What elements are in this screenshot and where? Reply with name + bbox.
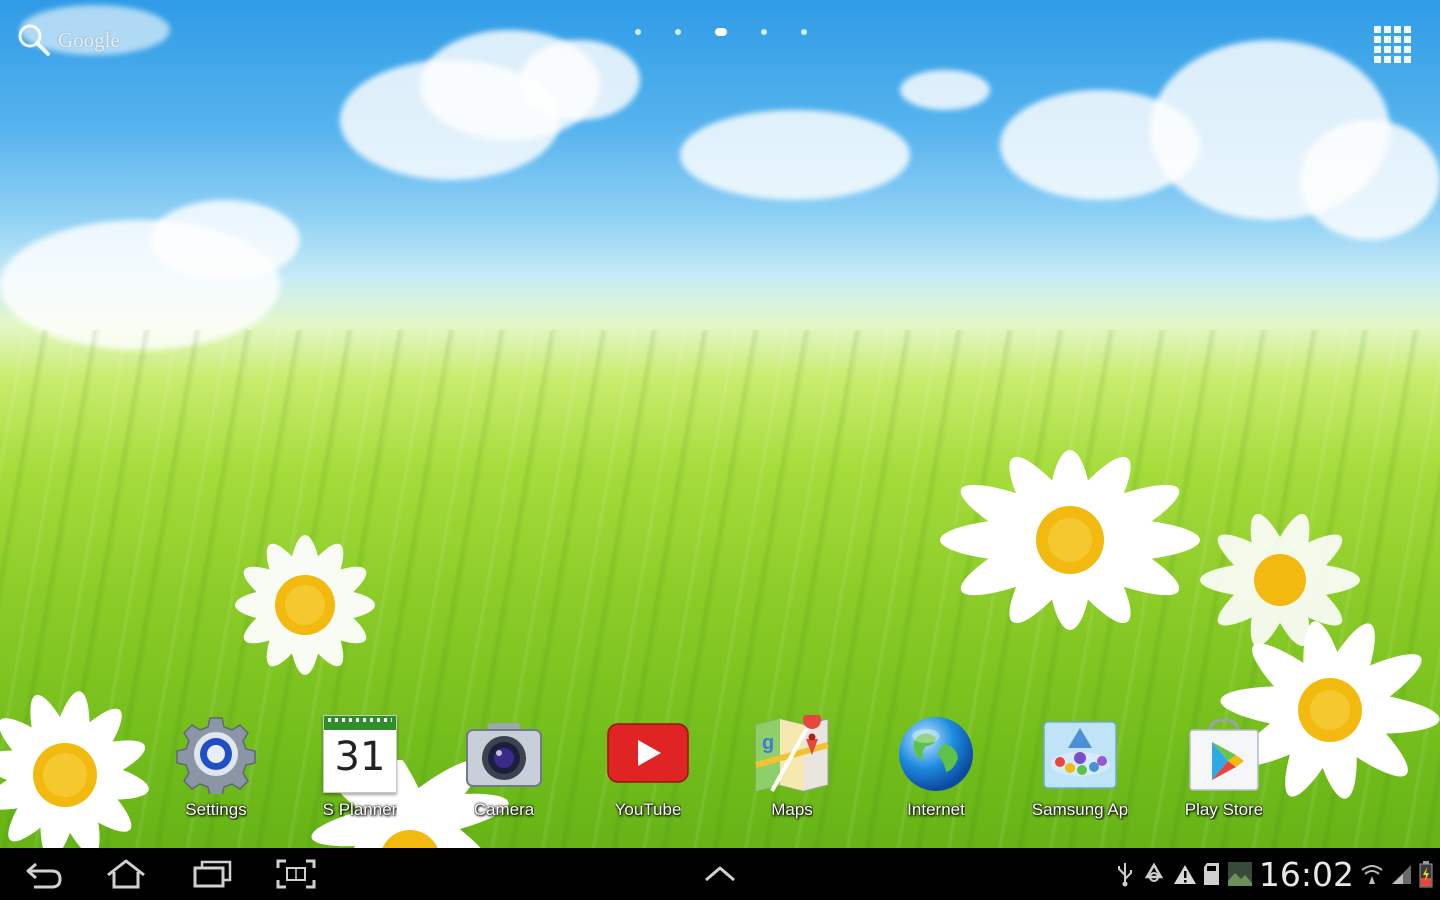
app-label: Internet <box>907 800 965 819</box>
page-dot-active <box>715 28 727 36</box>
recent-apps-icon <box>193 860 232 888</box>
search-icon <box>18 24 50 56</box>
system-navigation-bar: 16:02 <box>0 848 1440 900</box>
app-label: Samsung Ap <box>1031 800 1129 819</box>
app-maps[interactable]: g Maps <box>720 712 864 832</box>
calendar-icon: 31 <box>323 715 397 793</box>
app-label: Settings <box>185 800 247 819</box>
app-label: Play Store <box>1184 800 1264 819</box>
camera-icon <box>466 723 542 787</box>
app-label: Maps <box>771 800 813 819</box>
home-screen[interactable]: Google Settings 31 S Planner Camera YouT… <box>0 0 1440 900</box>
app-settings[interactable]: Settings <box>144 712 288 832</box>
home-button[interactable] <box>98 856 154 892</box>
app-dock: Settings 31 S Planner Camera YouTube g M… <box>140 712 1300 832</box>
app-samsung-apps[interactable]: Samsung Ap <box>1008 712 1152 832</box>
page-dot <box>635 29 641 35</box>
app-label: S Planner <box>322 800 398 819</box>
app-s-planner[interactable]: 31 S Planner <box>288 712 432 832</box>
app-youtube[interactable]: YouTube <box>576 712 720 832</box>
app-label: YouTube <box>614 800 682 819</box>
google-search-widget[interactable]: Google <box>16 22 120 58</box>
mini-app-tray-button[interactable] <box>692 856 748 892</box>
screenshot-icon <box>276 859 316 889</box>
warning-icon <box>1173 863 1197 885</box>
settings-gear-icon <box>176 717 256 794</box>
app-play-store[interactable]: Play Store <box>1152 712 1296 832</box>
app-label: Camera <box>473 800 535 819</box>
status-area[interactable]: 16:02 <box>1115 848 1434 900</box>
sd-card-icon <box>1203 862 1221 886</box>
samsung-apps-icon <box>1043 721 1117 789</box>
clock: 16:02 <box>1258 854 1354 894</box>
globe-icon <box>899 717 973 791</box>
apps-grid-button[interactable] <box>1370 22 1418 66</box>
youtube-icon <box>607 723 689 783</box>
battery-icon <box>1418 860 1434 888</box>
back-button[interactable] <box>16 856 72 892</box>
usb-icon <box>1115 861 1135 887</box>
signal-icon <box>1390 863 1412 885</box>
back-icon <box>26 862 62 889</box>
app-camera[interactable]: Camera <box>432 712 576 832</box>
wifi-icon <box>1360 862 1384 886</box>
maps-icon: g <box>755 715 829 792</box>
recent-apps-button[interactable] <box>184 856 240 892</box>
recycle-icon <box>1141 862 1167 886</box>
app-internet[interactable]: Internet <box>864 712 1008 832</box>
play-store-icon <box>1189 718 1259 791</box>
calendar-date: 31 <box>334 734 386 780</box>
image-icon <box>1227 861 1253 887</box>
home-icon <box>107 859 145 889</box>
google-search-label: Google <box>58 27 120 52</box>
page-dot <box>675 29 681 35</box>
page-dot <box>761 29 767 35</box>
page-indicator <box>635 27 807 37</box>
up-arrow-icon <box>705 866 735 882</box>
page-dot <box>801 29 807 35</box>
daisy-decoration <box>235 535 375 675</box>
apps-grid-icon <box>1374 26 1411 63</box>
screenshot-button[interactable] <box>268 856 324 892</box>
svg-text:g: g <box>762 732 774 754</box>
